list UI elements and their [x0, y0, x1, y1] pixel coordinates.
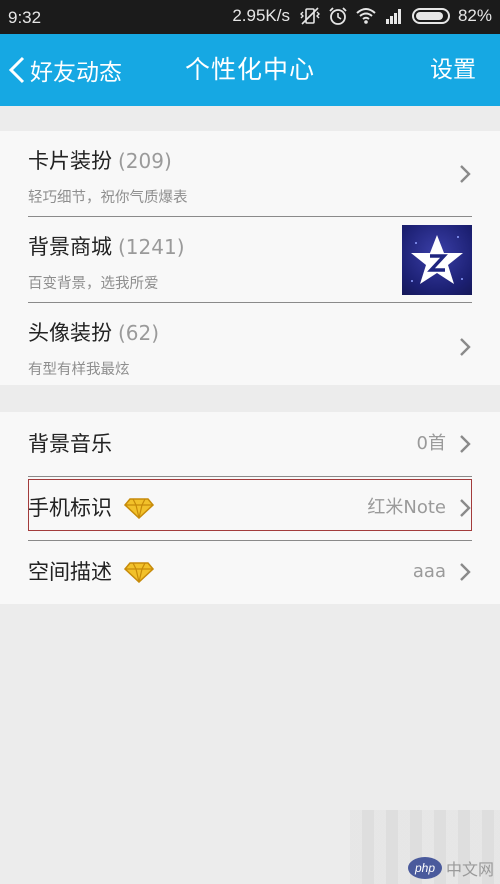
list-item-space-description[interactable]: 空间描述 aaa [0, 540, 500, 604]
chevron-right-icon [460, 338, 471, 356]
back-button[interactable]: 好友动态 [6, 34, 122, 106]
list-item-phone-badge[interactable]: 手机标识 红米Note [0, 476, 500, 540]
item-name: 背景音乐 [28, 432, 112, 456]
status-right: 2.95K/s 82% [232, 6, 492, 26]
item-subtitle: 百变背景，选我所爱 [28, 276, 159, 292]
net-speed: 2.95K/s [232, 6, 290, 25]
item-count: (62) [118, 321, 160, 345]
item-name: 空间描述 [28, 540, 154, 604]
settings-button[interactable]: 设置 [430, 34, 476, 106]
watermark-text: 中文网 [445, 862, 494, 879]
status-time: 9:32 [8, 8, 42, 27]
list-item-background-music[interactable]: 背景音乐 0首 [0, 412, 500, 476]
item-name: 手机标识 [28, 476, 154, 540]
back-label: 好友动态 [30, 60, 122, 86]
chevron-right-icon [460, 165, 471, 183]
vibrate-icon [299, 7, 320, 25]
item-value: 红米Note [367, 497, 446, 518]
battery-icon [411, 8, 450, 24]
php-logo: php [407, 857, 442, 879]
chevron-right-icon [460, 563, 471, 581]
chevron-left-icon [8, 56, 25, 84]
decoration-group: 卡片装扮 (209) 轻巧细节，祝你气质爆表 背景商城 (1241) 百变背景，选我… [0, 131, 500, 385]
item-count: (209) [118, 149, 172, 173]
signal-icon [385, 9, 401, 24]
page: 9:32 2.95K/s 82% 好友动态 个性化中心 设置 卡片装扮 (209… [0, 0, 500, 884]
item-value: 0首 [416, 433, 446, 454]
diamond-icon [124, 498, 154, 519]
list-item-avatar-decor[interactable]: 头像装扮 (62) 有型有样我最炫 [0, 303, 500, 388]
qzone-star-thumbnail [402, 225, 472, 295]
item-name: 卡片装扮 (209) [28, 149, 172, 173]
item-name: 背景商城 (1241) [28, 235, 185, 259]
list-item-card-decor[interactable]: 卡片装扮 (209) 轻巧细节，祝你气质爆表 [0, 131, 500, 216]
wifi-icon [356, 8, 376, 24]
title-bar: 好友动态 个性化中心 设置 [0, 34, 500, 106]
item-name: 头像装扮 (62) [28, 321, 160, 345]
watermark: php 中文网 [407, 856, 494, 880]
list-item-background-store[interactable]: 背景商城 (1241) 百变背景，选我所爱 [0, 217, 500, 302]
item-subtitle: 轻巧细节，祝你气质爆表 [28, 190, 188, 206]
diamond-icon [124, 562, 154, 583]
item-subtitle: 有型有样我最炫 [28, 362, 130, 378]
status-bar: 9:32 2.95K/s 82% [0, 0, 500, 34]
alarm-icon [329, 7, 347, 25]
item-count: (1241) [118, 235, 185, 259]
profile-settings-group: 背景音乐 0首 手机标识 红米Note 空间描述 aaa [0, 412, 500, 604]
item-value: aaa [412, 561, 446, 582]
chevron-right-icon [460, 435, 471, 453]
chevron-right-icon [460, 499, 471, 517]
qzone-star-icon [411, 235, 463, 284]
battery-percent: 82% [457, 6, 492, 25]
